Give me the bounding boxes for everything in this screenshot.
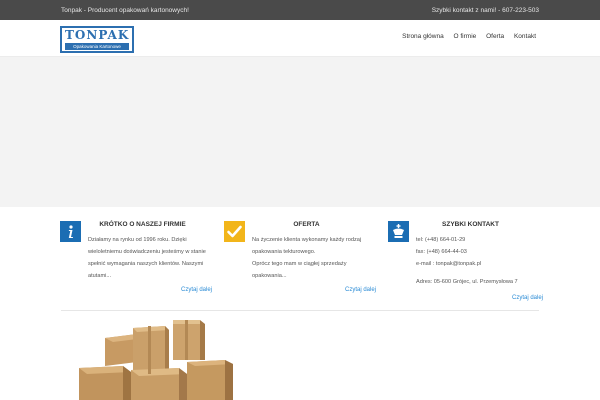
about-title: KRÓTKO O NASZEJ FIRMIE bbox=[99, 221, 186, 228]
nav-item-offer[interactable]: Oferta bbox=[486, 33, 504, 40]
cardboard-boxes-image bbox=[79, 320, 233, 400]
nav-item-contact[interactable]: Kontakt bbox=[514, 33, 536, 40]
contact-tel: tel: (+48) 664-01-29 bbox=[416, 237, 466, 243]
offer-title: OFERTA bbox=[293, 221, 320, 228]
offer-text-2: Oprócz tego mam w ciągłej sprzedaży opak… bbox=[252, 261, 347, 279]
contact-title: SZYBKI KONTAKT bbox=[442, 221, 499, 228]
top-bar: Tonpak - Producent opakowań kartonowych!… bbox=[0, 0, 600, 20]
contact-section: SZYBKI KONTAKT tel: (+48) 664-01-29 fax:… bbox=[388, 220, 553, 308]
main-nav: Strona główna O firmie Oferta Kontakt bbox=[394, 33, 536, 40]
section-divider bbox=[61, 310, 539, 311]
about-read-more-link[interactable]: Czytaj dalej bbox=[181, 287, 212, 293]
contact-fax: fax: (+48) 664-44-03 bbox=[416, 249, 467, 255]
logo-subtitle: Opakowania Kartonowe bbox=[65, 43, 129, 50]
hero-slider bbox=[0, 57, 600, 207]
contact-address: Adres: 05-600 Grójec, ul. Przemysłowa 7 bbox=[416, 279, 518, 285]
offer-read-more-link[interactable]: Czytaj dalej bbox=[345, 287, 376, 293]
about-text: Działamy na rynku od 1996 roku. Dzięki w… bbox=[88, 237, 206, 279]
about-section: KRÓTKO O NASZEJ FIRMIE Działamy na rynku… bbox=[60, 220, 225, 308]
contact-read-more-link[interactable]: Czytaj dalej bbox=[512, 295, 543, 301]
top-bar-contact: Szybki kontakt z nami! - 607-223-503 bbox=[431, 7, 539, 14]
site-header: TONPAK Opakowania Kartonowe Strona główn… bbox=[0, 20, 600, 57]
offer-text-1: Na życzenie klienta wykonamy każdy rodza… bbox=[252, 237, 362, 255]
logo-wordmark: TONPAK bbox=[65, 28, 130, 42]
top-bar-tagline: Tonpak - Producent opakowań kartonowych! bbox=[61, 7, 189, 14]
nav-item-home[interactable]: Strona główna bbox=[402, 33, 444, 40]
contact-email[interactable]: e-mail : tonpak@tonpak.pl bbox=[416, 258, 544, 270]
nav-item-about[interactable]: O firmie bbox=[454, 33, 477, 40]
offer-section: OFERTA Na życzenie klienta wykonamy każd… bbox=[224, 220, 389, 308]
site-logo[interactable]: TONPAK Opakowania Kartonowe bbox=[60, 26, 134, 53]
